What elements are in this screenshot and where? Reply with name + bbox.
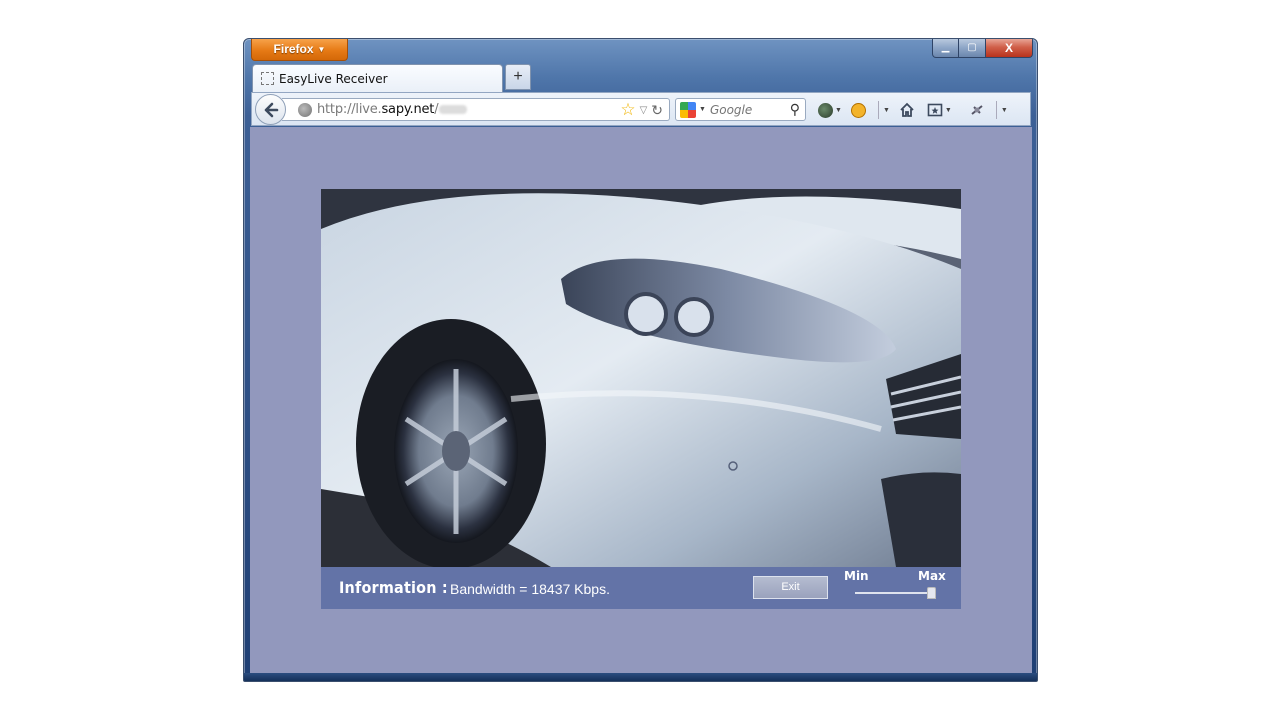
overflow-menu-icon[interactable]: ▼ <box>1001 107 1008 114</box>
bookmarks-menu-icon <box>927 103 943 117</box>
browser-window: Firefox ▼ ▁ ▢ X EasyLive Receiver + http:… <box>243 38 1038 682</box>
url-prefix: http://live. <box>317 102 382 117</box>
slider-max-label: Max <box>918 569 946 583</box>
url-bar[interactable]: http://live.sapy.net/ ☆ ▽ ↻ <box>282 98 670 121</box>
video-stream[interactable] <box>321 189 961 567</box>
globe-icon[interactable] <box>298 102 312 117</box>
addon-globe-button[interactable] <box>814 99 836 121</box>
search-bar[interactable]: ▼ ⚲ <box>675 98 806 121</box>
addon-globe-dropdown-icon[interactable]: ▼ <box>835 107 842 114</box>
url-host: sapy.net <box>381 102 435 117</box>
page-content: Information : Bandwidth = 18437 Kbps. Ex… <box>250 127 1032 675</box>
window-caption-buttons: ▁ ▢ X <box>932 39 1033 58</box>
easylive-player: Information : Bandwidth = 18437 Kbps. Ex… <box>321 189 961 609</box>
url-path-redacted <box>439 105 468 114</box>
quality-slider-thumb[interactable] <box>927 587 936 599</box>
toolbar-separator <box>877 101 879 119</box>
maximize-button[interactable]: ▢ <box>959 39 986 58</box>
back-arrow-icon <box>264 102 278 117</box>
info-bar: Information : Bandwidth = 18437 Kbps. Ex… <box>321 567 961 609</box>
firefox-menu-label: Firefox <box>273 42 314 56</box>
search-magnifier-icon[interactable]: ⚲ <box>790 101 800 118</box>
back-button[interactable] <box>255 94 286 125</box>
navigation-toolbar: http://live.sapy.net/ ☆ ▽ ↻ ▼ ⚲ ▼ ▼ <box>251 92 1031 126</box>
firefox-menu-button[interactable]: Firefox ▼ <box>251 39 348 61</box>
toolbar-separator-2 <box>995 101 997 119</box>
slider-min-label: Min <box>844 569 869 583</box>
toolbar-icons: ▼ ▼ ▼ ▼ <box>814 99 1014 121</box>
tab-easylive-receiver[interactable]: EasyLive Receiver <box>252 64 503 92</box>
search-engine-dropdown-icon[interactable]: ▼ <box>699 106 706 113</box>
smiley-addon-icon <box>851 102 867 118</box>
bookmarks-dropdown-icon[interactable]: ▼ <box>945 107 952 114</box>
reload-icon[interactable]: ↻ <box>651 102 663 119</box>
url-suffix: / <box>434 102 439 117</box>
bandwidth-text: Bandwidth = 18437 Kbps. <box>450 581 610 597</box>
smiley-addon-button[interactable] <box>848 99 870 121</box>
bookmark-star-icon[interactable]: ☆ <box>620 101 635 119</box>
video-frame-image <box>321 189 961 567</box>
extension-button[interactable] <box>966 99 988 121</box>
exit-button[interactable]: Exit <box>753 576 828 599</box>
addon-dropdown-icon[interactable]: ▼ <box>883 107 890 114</box>
search-input[interactable] <box>709 102 784 117</box>
minimize-button[interactable]: ▁ <box>932 39 959 58</box>
url-bar-icons: ☆ ▽ ↻ <box>620 101 663 119</box>
url-text[interactable]: http://live.sapy.net/ <box>317 102 468 117</box>
home-button[interactable] <box>896 99 918 121</box>
history-dropdown-icon[interactable]: ▽ <box>640 105 648 116</box>
info-label: Information : <box>339 578 448 597</box>
home-icon <box>900 102 914 117</box>
bookmarks-menu-button[interactable] <box>924 99 946 121</box>
google-icon[interactable] <box>680 101 696 118</box>
extension-icon <box>971 105 983 115</box>
quality-slider-track[interactable] <box>855 592 935 594</box>
page-favicon-icon <box>261 72 274 85</box>
chevron-down-icon: ▼ <box>317 45 326 54</box>
window-bottom-edge <box>244 673 1037 681</box>
tab-title: EasyLive Receiver <box>279 71 388 86</box>
close-window-button[interactable]: X <box>986 39 1033 58</box>
new-tab-button[interactable]: + <box>505 64 531 90</box>
addon-globe-icon <box>817 102 833 118</box>
